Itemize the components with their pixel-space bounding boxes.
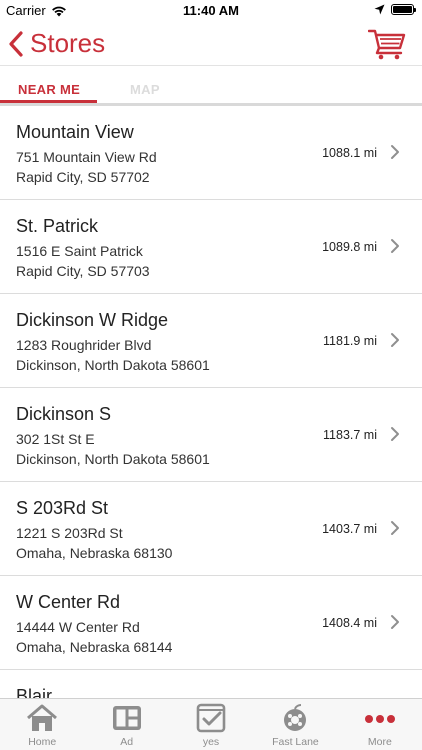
- store-address-line2: Rapid City, SD 57702: [16, 169, 150, 185]
- tab-yes-label: yes: [202, 736, 220, 748]
- store-distance: 1088.1 mi: [322, 146, 377, 160]
- fast-lane-icon: [284, 704, 307, 731]
- store-row[interactable]: Blair: [0, 670, 422, 698]
- tab-near-me[interactable]: NEAR ME: [18, 82, 80, 97]
- segment-tabs: NEAR ME MAP: [0, 66, 422, 104]
- chevron-right-icon: [391, 615, 399, 629]
- store-address-line1: 751 Mountain View Rd: [16, 149, 157, 165]
- store-name: W Center Rd: [16, 592, 121, 612]
- store-list[interactable]: Mountain View 751 Mountain View Rd Rapid…: [0, 106, 422, 698]
- status-right: [374, 4, 416, 15]
- store-row[interactable]: St. Patrick 1516 E Saint Patrick Rapid C…: [0, 200, 422, 294]
- cart-icon[interactable]: [368, 26, 406, 60]
- ad-icon: [112, 706, 141, 730]
- store-address-line1: 14444 W Center Rd: [16, 619, 140, 635]
- tab-ad[interactable]: Ad: [84, 699, 168, 750]
- tab-home[interactable]: Home: [0, 699, 84, 750]
- status-bar: Carrier 11:40 AM: [0, 0, 422, 22]
- store-row[interactable]: W Center Rd 14444 W Center Rd Omaha, Neb…: [0, 576, 422, 670]
- chevron-right-icon: [391, 239, 399, 253]
- tab-fast-lane-label: Fast Lane: [272, 736, 319, 748]
- tab-ad-label: Ad: [120, 736, 134, 748]
- store-address-line1: 1221 S 203Rd St: [16, 525, 123, 541]
- store-distance: 1403.7 mi: [322, 522, 377, 536]
- chevron-left-icon: [9, 30, 23, 57]
- store-distance: 1408.4 mi: [322, 616, 377, 630]
- tab-home-label: Home: [28, 736, 57, 748]
- store-address-line1: 1283 Roughrider Blvd: [16, 337, 152, 353]
- bottom-tab-bar: Home Ad yes Fast Lane More: [0, 698, 422, 750]
- store-name: St. Patrick: [16, 216, 99, 236]
- store-row[interactable]: S 203Rd St 1221 S 203Rd St Omaha, Nebras…: [0, 482, 422, 576]
- tab-more[interactable]: More: [338, 699, 422, 750]
- navigation-bar: Stores: [0, 22, 422, 66]
- home-icon: [27, 704, 58, 731]
- store-address-line2: Rapid City, SD 57703: [16, 263, 150, 279]
- chevron-right-icon: [391, 427, 399, 441]
- tab-active-indicator: [0, 100, 97, 103]
- store-distance: 1089.8 mi: [322, 240, 377, 254]
- store-address-line1: 302 1St St E: [16, 431, 95, 447]
- store-address-line1: 1516 E Saint Patrick: [16, 243, 143, 259]
- store-address-line2: Omaha, Nebraska 68144: [16, 639, 173, 655]
- chevron-right-icon: [391, 521, 399, 535]
- store-address-line2: Omaha, Nebraska 68130: [16, 545, 173, 561]
- store-address-line2: Dickinson, North Dakota 58601: [16, 357, 210, 373]
- chevron-right-icon: [391, 145, 399, 159]
- more-icon: [364, 715, 395, 723]
- store-name: S 203Rd St: [16, 498, 109, 518]
- location-arrow-icon: [374, 4, 385, 15]
- clock: 11:40 AM: [183, 3, 239, 18]
- tab-map[interactable]: MAP: [130, 82, 160, 97]
- store-address-line2: Dickinson, North Dakota 58601: [16, 451, 210, 467]
- store-name: Blair: [16, 686, 53, 698]
- store-name: Dickinson S: [16, 404, 112, 424]
- store-row[interactable]: Dickinson W Ridge 1283 Roughrider Blvd D…: [0, 294, 422, 388]
- back-button[interactable]: Stores: [8, 28, 105, 59]
- tab-yes[interactable]: yes: [169, 699, 253, 750]
- page-title: Stores: [30, 28, 106, 58]
- tab-more-label: More: [367, 736, 392, 748]
- yes-basket-icon: [196, 703, 226, 733]
- chevron-right-icon: [391, 333, 399, 347]
- store-distance: 1181.9 mi: [323, 334, 377, 348]
- tab-fast-lane[interactable]: Fast Lane: [253, 699, 337, 750]
- store-distance: 1183.7 mi: [323, 428, 377, 442]
- store-name: Dickinson W Ridge: [16, 310, 169, 330]
- store-row[interactable]: Dickinson S 302 1St St E Dickinson, Nort…: [0, 388, 422, 482]
- battery-icon: [391, 4, 416, 15]
- store-name: Mountain View: [16, 122, 134, 142]
- store-row[interactable]: Mountain View 751 Mountain View Rd Rapid…: [0, 106, 422, 200]
